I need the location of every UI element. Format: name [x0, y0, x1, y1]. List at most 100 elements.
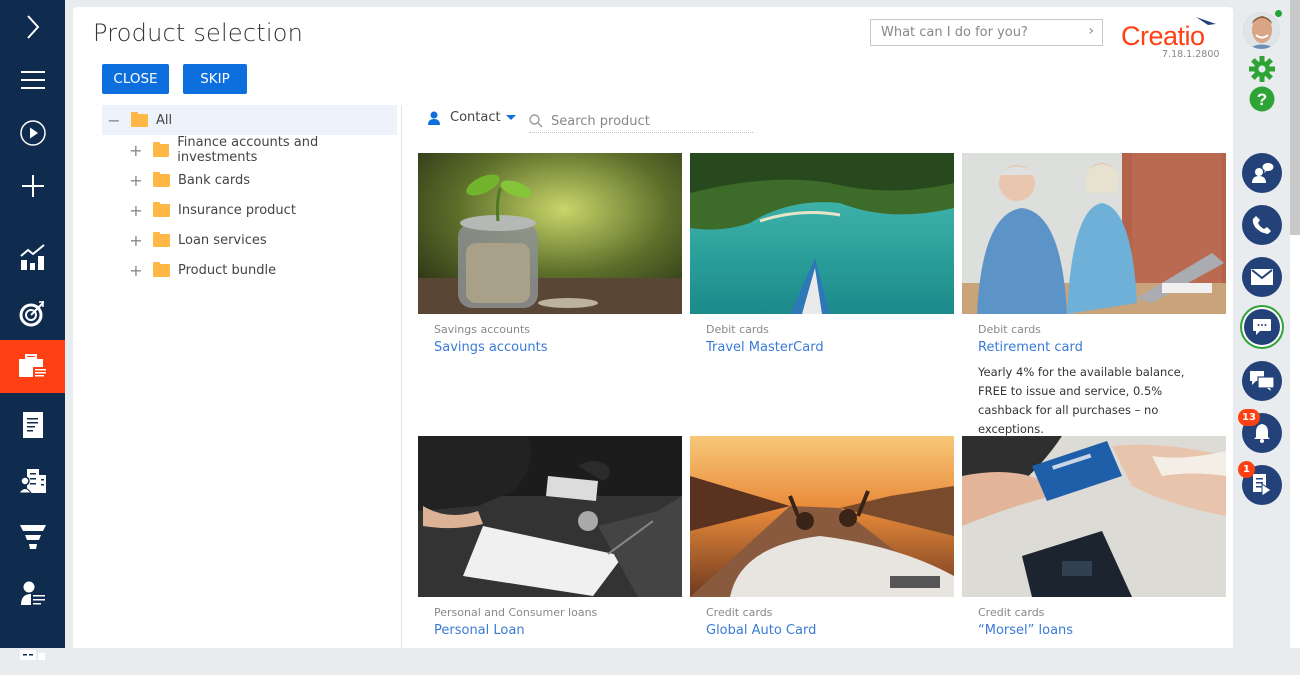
contact-chat-icon — [1252, 163, 1274, 183]
envelope-icon — [1251, 269, 1273, 285]
page-scrollbar-thumb[interactable] — [1290, 0, 1300, 235]
product-image[interactable] — [690, 153, 954, 314]
product-card[interactable]: Savings accounts Savings accounts — [418, 153, 682, 355]
briefcase-icon — [18, 353, 47, 379]
expand-icon[interactable]: + — [129, 261, 143, 280]
product-category: Debit cards — [706, 323, 769, 336]
product-image[interactable] — [418, 436, 682, 597]
chevron-right-icon — [26, 14, 39, 39]
creatio-logo: Creatio — [1121, 21, 1205, 51]
expand-icon[interactable]: + — [129, 201, 143, 220]
document-icon — [22, 411, 43, 438]
product-image[interactable] — [418, 153, 682, 314]
skip-button[interactable]: SKIP — [183, 64, 247, 94]
nav-menu-button[interactable] — [0, 53, 65, 106]
tree-item[interactable]: + Bank cards — [102, 165, 397, 195]
phone-icon — [1252, 216, 1271, 234]
expand-icon[interactable]: + — [129, 141, 143, 160]
command-line-placeholder: What can I do for you? — [881, 25, 1028, 40]
search-product-input[interactable] — [551, 113, 741, 129]
chat-icon — [1253, 319, 1271, 335]
page-title: Product selection — [93, 19, 304, 47]
product-card[interactable]: Credit cards “Morsel” loans — [962, 436, 1226, 638]
folder-icon — [153, 171, 170, 187]
nav-dashboards-button[interactable] — [0, 230, 65, 283]
product-card[interactable]: Debit cards Travel MasterCard — [690, 153, 954, 355]
tree-item[interactable]: + Loan services — [102, 225, 397, 255]
nav-add-button[interactable] — [0, 159, 65, 212]
conversation-icon — [1250, 371, 1274, 391]
product-image[interactable] — [962, 436, 1226, 597]
search-product-field[interactable] — [529, 110, 753, 133]
product-name-link[interactable]: “Morsel” loans — [978, 623, 1226, 638]
folder-icon — [153, 261, 170, 277]
folder-icon — [152, 141, 170, 157]
nav-documents-button[interactable] — [0, 398, 65, 451]
tree-item-all[interactable]: − All — [102, 105, 397, 135]
play-circle-icon — [19, 119, 46, 146]
main-panel: Product selection CLOSE SKIP What can I … — [73, 7, 1233, 648]
expand-icon[interactable]: + — [129, 171, 143, 190]
nav-contacts-button[interactable] — [0, 566, 65, 619]
product-card[interactable]: Credit cards Global Auto Card — [690, 436, 954, 638]
product-category: Credit cards — [706, 606, 773, 619]
help-icon[interactable]: ? — [1249, 86, 1275, 112]
product-category: Credit cards — [978, 606, 1045, 619]
tree-item[interactable]: + Insurance product — [102, 195, 397, 225]
nav-more-button[interactable] — [0, 622, 65, 675]
command-line-input[interactable]: What can I do for you? › — [870, 19, 1103, 46]
funnel-icon — [19, 524, 46, 549]
panel-divider — [401, 105, 402, 648]
nav-products-button[interactable] — [0, 340, 65, 393]
product-image[interactable] — [962, 153, 1226, 314]
nav-processes-button[interactable] — [0, 106, 65, 159]
notifications-count-badge: 13 — [1238, 409, 1260, 426]
ccd-button[interactable] — [1242, 153, 1282, 193]
chevron-right-icon[interactable]: › — [1088, 23, 1094, 39]
expand-icon[interactable]: + — [129, 231, 143, 250]
close-button[interactable]: CLOSE — [102, 64, 169, 94]
hamburger-menu-icon — [20, 70, 45, 89]
tree-item[interactable]: + Product bundle — [102, 255, 397, 285]
product-category: Personal and Consumer loans — [434, 606, 598, 619]
tree-item[interactable]: + Finance accounts and investments — [102, 135, 397, 165]
product-description: Yearly 4% for the available balance, FRE… — [978, 365, 1185, 436]
product-name-link[interactable]: Savings accounts — [434, 340, 682, 355]
product-card[interactable]: Debit cards Retirement card Yearly 4% fo… — [962, 153, 1226, 439]
email-button[interactable] — [1242, 257, 1282, 297]
nav-accounts-button[interactable] — [0, 454, 65, 507]
product-card[interactable]: Personal and Consumer loans Personal Loa… — [418, 436, 682, 638]
user-avatar[interactable] — [1243, 12, 1280, 49]
chevron-down-icon — [505, 115, 516, 120]
building-icon — [19, 649, 45, 660]
svg-text:?: ? — [1257, 90, 1267, 109]
product-image[interactable] — [690, 436, 954, 597]
folder-icon — [153, 231, 170, 247]
nav-funnel-button[interactable] — [0, 510, 65, 563]
product-category: Debit cards — [978, 323, 1041, 336]
phone-button[interactable] — [1242, 205, 1282, 245]
product-name-link[interactable]: Personal Loan — [434, 623, 682, 638]
search-icon — [529, 114, 543, 128]
collapse-icon[interactable]: − — [107, 111, 121, 130]
chat-button[interactable] — [1244, 309, 1280, 345]
contact-filter-label: Contact — [450, 110, 501, 125]
tree-item-label: Insurance product — [178, 202, 296, 218]
left-navigation — [0, 0, 65, 660]
target-icon — [19, 300, 44, 326]
online-status-indicator — [1275, 10, 1282, 17]
tasks-count-badge: 1 — [1238, 461, 1255, 478]
product-name-link[interactable]: Global Auto Card — [706, 623, 954, 638]
person-icon — [428, 111, 440, 125]
product-category: Savings accounts — [434, 323, 531, 336]
gear-icon[interactable] — [1249, 56, 1275, 82]
contact-list-icon — [20, 581, 45, 605]
product-name-link[interactable]: Travel MasterCard — [706, 340, 954, 355]
nav-expand-button[interactable] — [0, 0, 65, 53]
plus-icon — [21, 174, 44, 197]
messages-button[interactable] — [1242, 361, 1282, 401]
nav-leads-button[interactable] — [0, 286, 65, 339]
product-name-link[interactable]: Retirement card — [978, 340, 1226, 355]
contact-filter-dropdown[interactable]: Contact — [427, 110, 516, 125]
folder-icon — [153, 201, 170, 217]
